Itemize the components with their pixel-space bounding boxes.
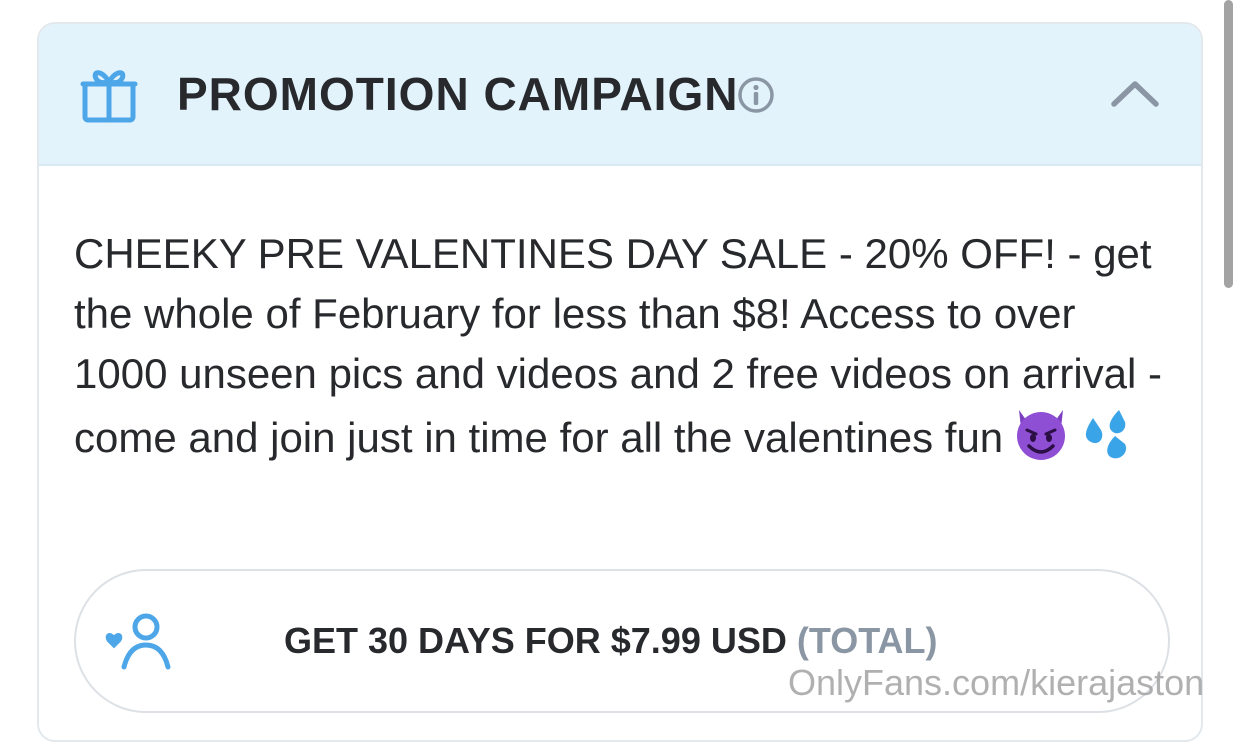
watermark: OnlyFans.com/kierajaston [788,662,1205,703]
info-icon[interactable] [737,76,775,114]
sweat-droplets-emoji [1079,404,1135,478]
promotion-campaign-header[interactable]: PROMOTION CAMPAIGN [39,24,1201,166]
subscribe-label: GET 30 DAYS FOR $7.99 USD (TOTAL) [284,617,938,665]
page-title: PROMOTION CAMPAIGN [177,68,739,120]
chevron-up-icon[interactable] [1109,76,1161,110]
promotion-campaign-card: PROMOTION CAMPAIGN CHEEKY PRE VALENTINES… [37,22,1203,742]
promotion-text: CHEEKY PRE VALENTINES DAY SALE - 20% OFF… [74,230,1163,462]
smiling-devil-emoji [1011,404,1071,478]
subscribe-user-icon [105,613,171,670]
scrollbar[interactable] [1224,0,1233,288]
subscribe-price-label: GET 30 DAYS FOR $7.99 USD [284,620,787,661]
promotion-description: CHEEKY PRE VALENTINES DAY SALE - 20% OFF… [74,224,1174,478]
subscribe-total-suffix: (TOTAL) [796,620,938,661]
gift-icon [80,70,138,123]
